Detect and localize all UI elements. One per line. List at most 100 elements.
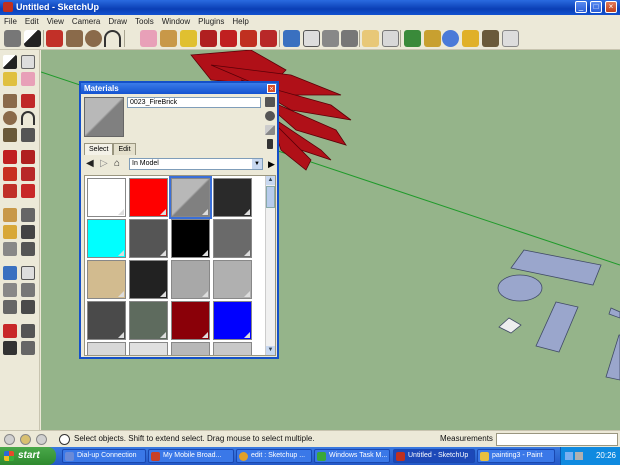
- push-pull-tool-icon[interactable]: [21, 150, 35, 164]
- minimize-button[interactable]: _: [575, 1, 587, 13]
- menu-tools[interactable]: Tools: [135, 17, 154, 26]
- home-icon[interactable]: ⌂: [114, 158, 120, 170]
- material-swatch[interactable]: [129, 342, 168, 355]
- material-swatch[interactable]: [169, 176, 212, 219]
- 3d-text-icon[interactable]: [21, 242, 35, 256]
- pan-tool-icon[interactable]: [303, 30, 320, 47]
- tape-measure-icon[interactable]: [160, 30, 177, 47]
- pencil-tool-icon[interactable]: [46, 30, 63, 47]
- task-paint[interactable]: painting3 - Paint: [477, 449, 555, 463]
- google-earth-icon[interactable]: [442, 30, 459, 47]
- chevron-down-icon[interactable]: ▼: [252, 159, 262, 169]
- back-arrow-icon[interactable]: ◀: [86, 158, 94, 170]
- eraser-tool-icon[interactable]: [140, 30, 157, 47]
- material-swatch[interactable]: [213, 301, 252, 340]
- menu-draw[interactable]: Draw: [108, 17, 127, 26]
- task-edit-sketchup[interactable]: edit : Sketchup ...: [236, 449, 312, 463]
- extension-icon[interactable]: [482, 30, 499, 47]
- get-models-icon[interactable]: [362, 30, 379, 47]
- pan-icon[interactable]: [21, 266, 35, 280]
- swatch-scrollbar[interactable]: ▲ ▼: [265, 176, 275, 355]
- menu-edit[interactable]: Edit: [25, 17, 39, 26]
- protractor-icon[interactable]: [3, 225, 17, 239]
- make-component-icon[interactable]: [21, 55, 35, 69]
- offset-tool-icon[interactable]: [260, 30, 277, 47]
- menu-help[interactable]: Help: [232, 17, 248, 26]
- zoom-icon[interactable]: [3, 283, 17, 297]
- create-material-icon[interactable]: [265, 111, 275, 121]
- paint-icon[interactable]: [3, 72, 17, 86]
- material-swatch[interactable]: [213, 219, 252, 258]
- material-swatch[interactable]: [213, 178, 252, 217]
- menu-file[interactable]: File: [4, 17, 17, 26]
- push-pull-icon[interactable]: [200, 30, 217, 47]
- geo-location-icon[interactable]: [4, 434, 15, 445]
- rotate-icon[interactable]: [3, 167, 17, 181]
- material-swatch[interactable]: [213, 342, 252, 355]
- default-material-icon[interactable]: [265, 125, 275, 135]
- move-icon[interactable]: [3, 150, 17, 164]
- tray-network-icon[interactable]: [565, 452, 573, 460]
- position-camera-icon[interactable]: [3, 324, 17, 338]
- start-button[interactable]: start: [0, 447, 56, 465]
- select-icon[interactable]: [3, 55, 17, 69]
- tab-edit[interactable]: Edit: [113, 143, 136, 155]
- help-icon[interactable]: [59, 434, 70, 445]
- material-swatch[interactable]: [129, 301, 168, 340]
- location-icon[interactable]: [424, 30, 441, 47]
- close-button[interactable]: ×: [605, 1, 617, 13]
- task-sketchup[interactable]: Untitled - SketchUp: [393, 449, 475, 463]
- material-swatch[interactable]: [129, 219, 168, 258]
- scale-icon[interactable]: [3, 184, 17, 198]
- material-swatch[interactable]: [129, 178, 168, 217]
- material-swatch[interactable]: [171, 301, 210, 340]
- paint-bucket-icon[interactable]: [180, 30, 197, 47]
- share-model-icon[interactable]: [382, 30, 399, 47]
- warehouse-icon[interactable]: [462, 30, 479, 47]
- maximize-button[interactable]: □: [590, 1, 602, 13]
- follow-me-icon[interactable]: [21, 167, 35, 181]
- material-swatch[interactable]: [171, 219, 210, 258]
- material-swatch[interactable]: [87, 342, 126, 355]
- task-taskmanager[interactable]: Windows Task M...: [314, 449, 390, 463]
- library-select[interactable]: In Model ▼: [129, 158, 263, 170]
- look-around-icon[interactable]: [21, 324, 35, 338]
- zoom-tool-icon[interactable]: [322, 30, 339, 47]
- material-swatch[interactable]: [87, 219, 126, 258]
- material-swatch[interactable]: [171, 260, 210, 299]
- rectangle-icon[interactable]: [3, 94, 17, 108]
- walk-icon[interactable]: [3, 341, 17, 355]
- rotate-tool-icon[interactable]: [240, 30, 257, 47]
- arc-tool-icon[interactable]: [104, 30, 121, 47]
- forward-arrow-icon[interactable]: ▷: [100, 158, 108, 170]
- materials-close-button[interactable]: ×: [267, 84, 276, 93]
- scroll-up-button[interactable]: ▲: [266, 176, 275, 185]
- freehand-icon[interactable]: [21, 128, 35, 142]
- tape-icon[interactable]: [3, 208, 17, 222]
- dimension-icon[interactable]: [21, 208, 35, 222]
- section-plane-icon[interactable]: [21, 341, 35, 355]
- move-tool-icon[interactable]: [220, 30, 237, 47]
- sample-paint-icon[interactable]: [267, 139, 273, 149]
- tray-volume-icon[interactable]: [575, 452, 583, 460]
- layer-icon[interactable]: [502, 30, 519, 47]
- display-secondary-icon[interactable]: [265, 97, 275, 107]
- zoom-extents-tool-icon[interactable]: [21, 300, 35, 314]
- rectangle-tool-icon[interactable]: [66, 30, 83, 47]
- material-swatch[interactable]: [213, 260, 252, 299]
- menu-view[interactable]: View: [47, 17, 64, 26]
- scroll-down-button[interactable]: ▼: [266, 346, 275, 355]
- select-tool-icon[interactable]: [24, 30, 41, 47]
- zoom-window-icon[interactable]: [21, 283, 35, 297]
- orbit-icon[interactable]: [3, 266, 17, 280]
- arc-icon[interactable]: [21, 111, 35, 125]
- measurements-input[interactable]: [496, 433, 618, 446]
- credits-icon[interactable]: [20, 434, 31, 445]
- offset-icon[interactable]: [21, 184, 35, 198]
- material-swatch[interactable]: [129, 260, 168, 299]
- previous-view-icon[interactable]: [3, 300, 17, 314]
- axes-icon[interactable]: [3, 242, 17, 256]
- user-icon[interactable]: [36, 434, 47, 445]
- material-swatch[interactable]: [87, 301, 126, 340]
- scroll-thumb[interactable]: [266, 186, 275, 208]
